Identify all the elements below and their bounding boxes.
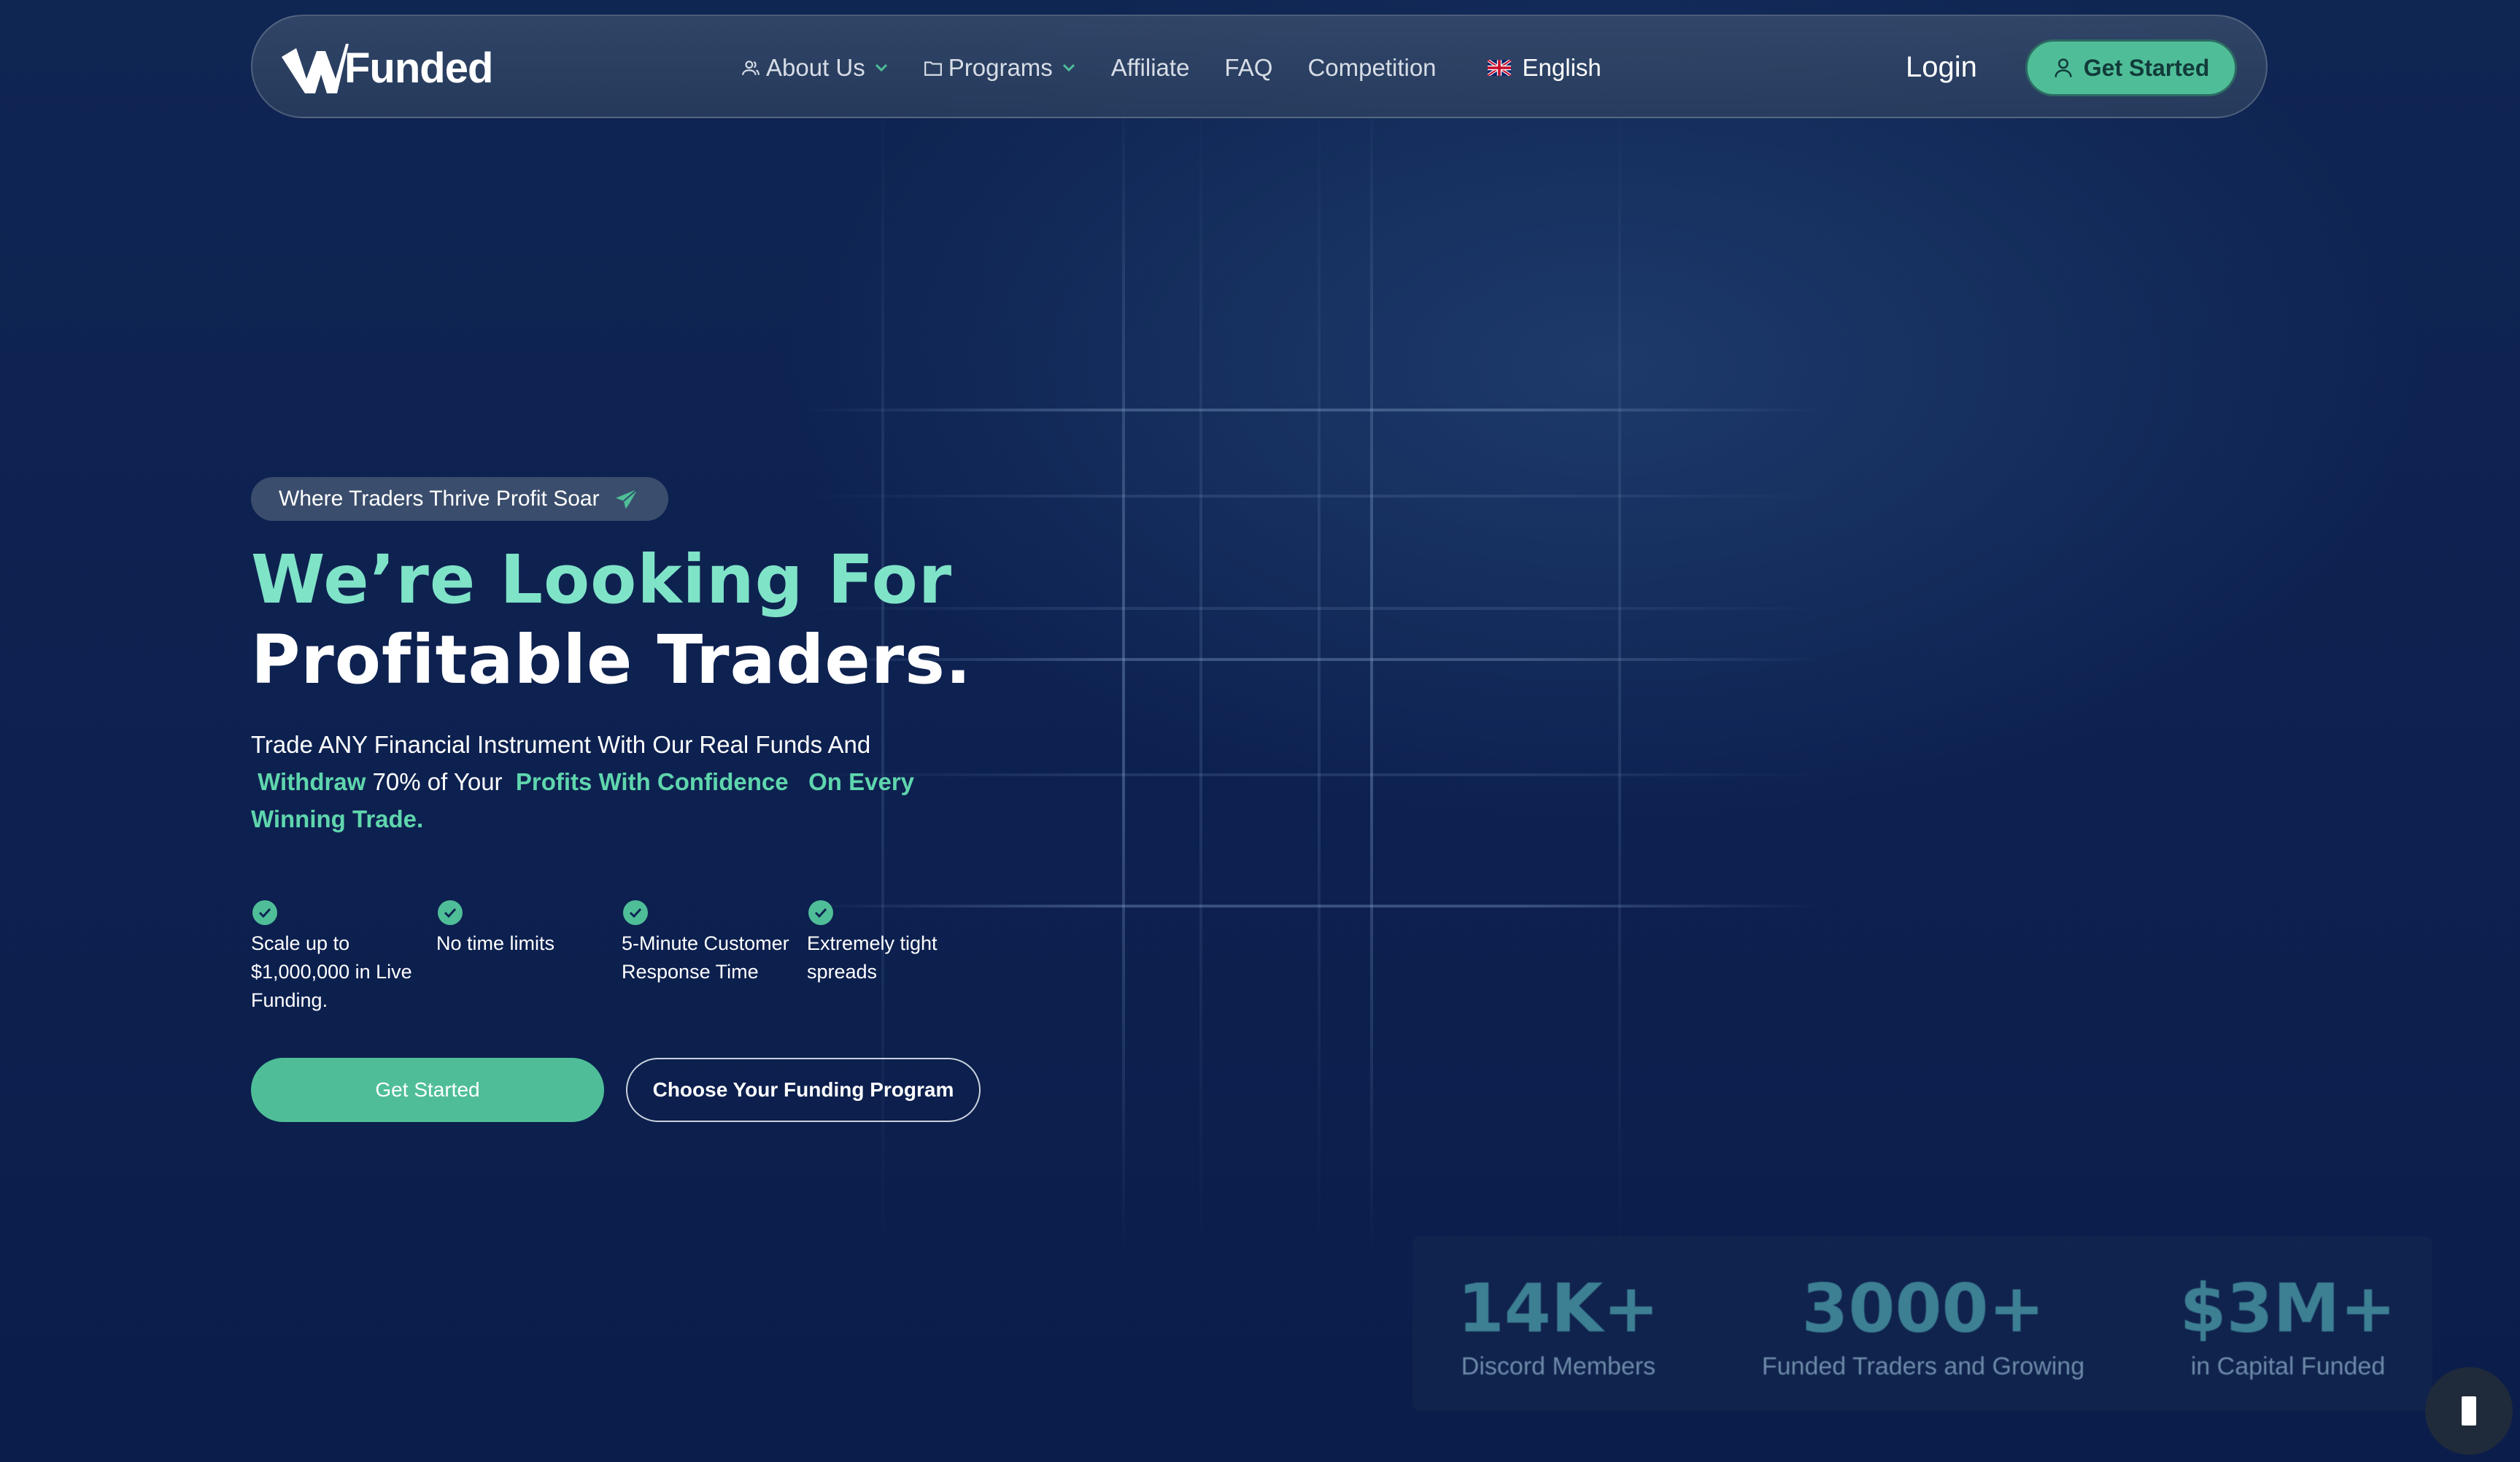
brand-name: Funded: [344, 44, 493, 92]
nav-faq-label: FAQ: [1224, 54, 1273, 81]
stat-value: $3M+: [2179, 1269, 2397, 1347]
nav-get-started-button[interactable]: Get Started: [2025, 39, 2237, 96]
choose-funding-program-button[interactable]: Choose Your Funding Program: [626, 1058, 981, 1122]
chat-widget-button[interactable]: [2425, 1367, 2513, 1455]
feature-text: Scale up to $1,000,000 in Live Funding.: [251, 932, 412, 1011]
check-icon: [808, 900, 833, 925]
stats-panel: 14K+ Discord Members 3000+ Funded Trader…: [1412, 1236, 2432, 1411]
stat-value: 14K+: [1457, 1269, 1660, 1347]
feature-text: Extremely tight spreads: [807, 932, 938, 983]
stat-label: in Capital Funded: [2190, 1353, 2386, 1380]
grid-line: [1370, 88, 1373, 1255]
brand-logo[interactable]: Funded: [282, 41, 493, 95]
nav-about-us-label: About Us: [766, 54, 865, 81]
feature-text: No time limits: [436, 932, 555, 954]
language-label: English: [1522, 54, 1601, 81]
feature-item: Scale up to $1,000,000 in Live Funding.: [251, 900, 436, 1015]
grid-line: [1199, 88, 1202, 1255]
nav-programs[interactable]: Programs: [924, 54, 1076, 82]
hero-description: Trade ANY Financial Instrument With Our …: [251, 726, 981, 838]
uk-flag-icon: [1487, 60, 1511, 76]
grid-line: [1618, 88, 1621, 1255]
stat-value: 3000+: [1801, 1269, 2045, 1347]
grid-line: [1122, 88, 1125, 1255]
nav-competition[interactable]: Competition: [1307, 54, 1436, 82]
hero-title-line2: Profitable Traders.: [251, 621, 972, 699]
get-started-button[interactable]: Get Started: [251, 1058, 604, 1122]
check-icon: [252, 900, 277, 925]
chevron-down-icon: [1062, 63, 1076, 73]
stat-label: Funded Traders and Growing: [1761, 1353, 2085, 1380]
stat-label: Discord Members: [1461, 1353, 1656, 1380]
user-icon: [2053, 57, 2073, 79]
feature-item: 5-Minute Customer Response Time: [622, 900, 807, 1015]
nav-menu: About Us Programs Affiliate FAQ Competit…: [741, 16, 1601, 120]
hero-desc-highlight: Profits With Confidence: [515, 768, 789, 795]
login-link[interactable]: Login: [1906, 51, 1977, 84]
user-icon: [741, 58, 760, 77]
stat-capital-funded: $3M+ in Capital Funded: [2149, 1272, 2427, 1381]
nav-affiliate[interactable]: Affiliate: [1111, 54, 1190, 82]
feature-list: Scale up to $1,000,000 in Live Funding. …: [251, 900, 992, 1015]
grid-line: [803, 409, 1824, 411]
tagline-badge: Where Traders Thrive Profit Soar: [251, 477, 668, 521]
nav-faq[interactable]: FAQ: [1224, 54, 1272, 82]
folder-icon: [924, 59, 943, 77]
tagline-text: Where Traders Thrive Profit Soar: [279, 487, 600, 511]
hero-desc-text: 70% of Your: [372, 768, 503, 795]
logo-mark-icon: [282, 44, 349, 93]
nav-programs-label: Programs: [948, 54, 1053, 81]
feature-text: 5-Minute Customer Response Time: [622, 932, 789, 983]
paper-plane-icon: [614, 488, 639, 510]
language-selector[interactable]: English: [1487, 54, 1601, 82]
stat-funded-traders: 3000+ Funded Traders and Growing: [1734, 1272, 2113, 1381]
grid-line: [1318, 88, 1321, 1255]
feature-item: No time limits: [436, 900, 622, 1015]
hero-title-line1: We’re Looking For: [251, 541, 953, 619]
nav-affiliate-label: Affiliate: [1110, 54, 1190, 81]
nav-get-started-label: Get Started: [2083, 54, 2210, 81]
chat-icon: [2462, 1396, 2476, 1426]
grid-line: [803, 495, 1824, 498]
nav-competition-label: Competition: [1307, 54, 1437, 81]
check-icon: [438, 900, 463, 925]
hero-desc-text: Trade ANY Financial Instrument With Our …: [251, 731, 871, 758]
chevron-down-icon: [874, 63, 889, 73]
hero-title: We’re Looking For Profitable Traders.: [251, 540, 972, 700]
feature-item: Extremely tight spreads: [807, 900, 992, 1015]
top-navbar: Funded About Us Programs Affiliate FAQ C…: [251, 15, 2268, 118]
stat-discord-members: 14K+ Discord Members: [1412, 1272, 1704, 1381]
check-icon: [623, 900, 648, 925]
hero-desc-highlight: Withdraw: [258, 768, 366, 795]
nav-about-us[interactable]: About Us: [741, 54, 889, 82]
